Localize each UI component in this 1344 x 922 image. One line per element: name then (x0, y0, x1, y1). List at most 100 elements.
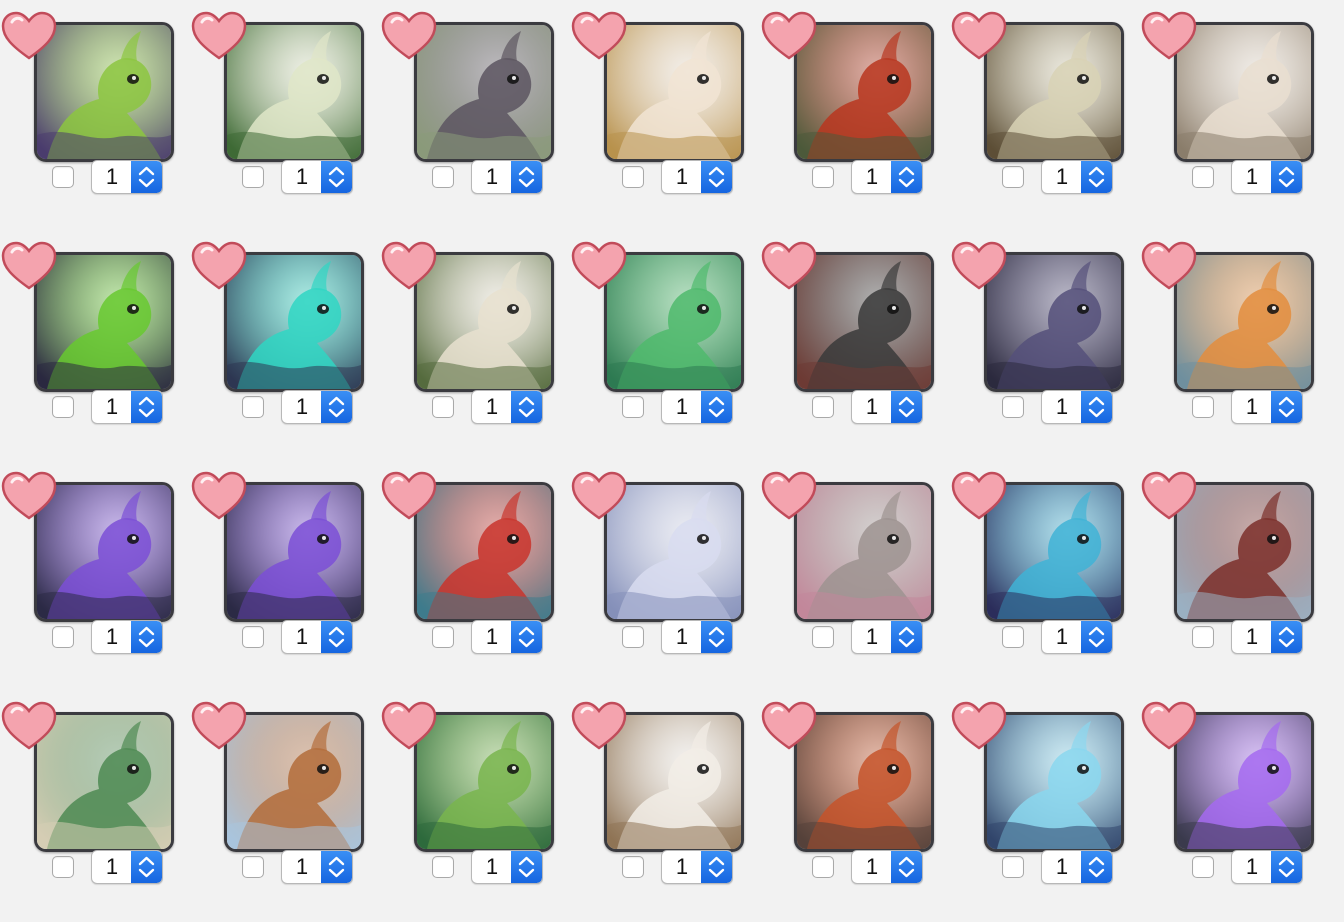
select-checkbox[interactable] (1002, 626, 1024, 648)
quantity-value[interactable]: 1 (472, 851, 512, 883)
quantity-value[interactable]: 1 (662, 391, 702, 423)
select-checkbox[interactable] (242, 626, 264, 648)
quantity-stepper[interactable]: 1 (1231, 160, 1303, 194)
heart-icon[interactable] (760, 10, 818, 62)
heart-icon[interactable] (570, 470, 628, 522)
select-checkbox[interactable] (1002, 166, 1024, 188)
select-checkbox[interactable] (1192, 166, 1214, 188)
quantity-value[interactable]: 1 (282, 391, 322, 423)
quantity-stepper[interactable]: 1 (1231, 620, 1303, 654)
quantity-value[interactable]: 1 (92, 621, 132, 653)
heart-icon[interactable] (0, 470, 58, 522)
quantity-value[interactable]: 1 (1042, 391, 1082, 423)
select-checkbox[interactable] (1192, 856, 1214, 878)
quantity-stepper[interactable]: 1 (1231, 390, 1303, 424)
select-checkbox[interactable] (622, 856, 644, 878)
select-checkbox[interactable] (432, 626, 454, 648)
up-down-chevron-icon[interactable] (701, 161, 732, 193)
quantity-value[interactable]: 1 (472, 621, 512, 653)
up-down-chevron-icon[interactable] (891, 391, 922, 423)
heart-icon[interactable] (1140, 470, 1198, 522)
heart-icon[interactable] (950, 240, 1008, 292)
select-checkbox[interactable] (1192, 396, 1214, 418)
heart-icon[interactable] (760, 470, 818, 522)
up-down-chevron-icon[interactable] (511, 391, 542, 423)
quantity-value[interactable]: 1 (662, 161, 702, 193)
select-checkbox[interactable] (622, 396, 644, 418)
up-down-chevron-icon[interactable] (321, 621, 352, 653)
up-down-chevron-icon[interactable] (701, 851, 732, 883)
quantity-value[interactable]: 1 (1232, 621, 1272, 653)
select-checkbox[interactable] (1002, 396, 1024, 418)
heart-icon[interactable] (190, 470, 248, 522)
heart-icon[interactable] (380, 10, 438, 62)
select-checkbox[interactable] (812, 166, 834, 188)
quantity-stepper[interactable]: 1 (471, 160, 543, 194)
heart-icon[interactable] (380, 240, 438, 292)
quantity-stepper[interactable]: 1 (91, 620, 163, 654)
select-checkbox[interactable] (812, 856, 834, 878)
heart-icon[interactable] (1140, 10, 1198, 62)
quantity-stepper[interactable]: 1 (851, 160, 923, 194)
up-down-chevron-icon[interactable] (131, 851, 162, 883)
select-checkbox[interactable] (432, 166, 454, 188)
up-down-chevron-icon[interactable] (701, 621, 732, 653)
quantity-stepper[interactable]: 1 (1041, 390, 1113, 424)
up-down-chevron-icon[interactable] (1271, 851, 1302, 883)
quantity-stepper[interactable]: 1 (91, 850, 163, 884)
heart-icon[interactable] (950, 10, 1008, 62)
quantity-stepper[interactable]: 1 (851, 620, 923, 654)
up-down-chevron-icon[interactable] (131, 391, 162, 423)
quantity-value[interactable]: 1 (1042, 621, 1082, 653)
quantity-value[interactable]: 1 (92, 391, 132, 423)
up-down-chevron-icon[interactable] (511, 621, 542, 653)
heart-icon[interactable] (0, 10, 58, 62)
up-down-chevron-icon[interactable] (321, 161, 352, 193)
up-down-chevron-icon[interactable] (131, 161, 162, 193)
up-down-chevron-icon[interactable] (1271, 621, 1302, 653)
quantity-value[interactable]: 1 (92, 851, 132, 883)
quantity-stepper[interactable]: 1 (661, 620, 733, 654)
heart-icon[interactable] (760, 240, 818, 292)
quantity-value[interactable]: 1 (852, 391, 892, 423)
heart-icon[interactable] (380, 470, 438, 522)
quantity-stepper[interactable]: 1 (1041, 160, 1113, 194)
select-checkbox[interactable] (1002, 856, 1024, 878)
up-down-chevron-icon[interactable] (131, 621, 162, 653)
heart-icon[interactable] (570, 700, 628, 752)
up-down-chevron-icon[interactable] (1271, 391, 1302, 423)
heart-icon[interactable] (0, 240, 58, 292)
quantity-value[interactable]: 1 (472, 161, 512, 193)
select-checkbox[interactable] (242, 396, 264, 418)
select-checkbox[interactable] (52, 396, 74, 418)
quantity-stepper[interactable]: 1 (851, 850, 923, 884)
quantity-value[interactable]: 1 (282, 851, 322, 883)
quantity-value[interactable]: 1 (92, 161, 132, 193)
quantity-stepper[interactable]: 1 (281, 390, 353, 424)
select-checkbox[interactable] (432, 856, 454, 878)
quantity-stepper[interactable]: 1 (281, 160, 353, 194)
heart-icon[interactable] (570, 10, 628, 62)
select-checkbox[interactable] (52, 626, 74, 648)
quantity-stepper[interactable]: 1 (661, 390, 733, 424)
up-down-chevron-icon[interactable] (511, 161, 542, 193)
up-down-chevron-icon[interactable] (1081, 391, 1112, 423)
up-down-chevron-icon[interactable] (891, 161, 922, 193)
up-down-chevron-icon[interactable] (701, 391, 732, 423)
heart-icon[interactable] (380, 700, 438, 752)
up-down-chevron-icon[interactable] (1081, 851, 1112, 883)
up-down-chevron-icon[interactable] (1081, 621, 1112, 653)
quantity-stepper[interactable]: 1 (851, 390, 923, 424)
quantity-stepper[interactable]: 1 (661, 160, 733, 194)
heart-icon[interactable] (950, 470, 1008, 522)
quantity-value[interactable]: 1 (1232, 851, 1272, 883)
select-checkbox[interactable] (52, 166, 74, 188)
heart-icon[interactable] (190, 10, 248, 62)
quantity-value[interactable]: 1 (1232, 391, 1272, 423)
quantity-stepper[interactable]: 1 (281, 850, 353, 884)
up-down-chevron-icon[interactable] (511, 851, 542, 883)
quantity-stepper[interactable]: 1 (471, 390, 543, 424)
up-down-chevron-icon[interactable] (891, 851, 922, 883)
select-checkbox[interactable] (812, 626, 834, 648)
select-checkbox[interactable] (432, 396, 454, 418)
